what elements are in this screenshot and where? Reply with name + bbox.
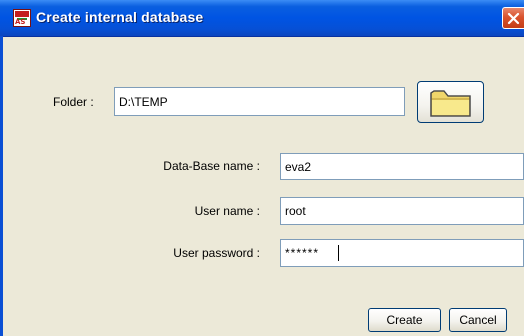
window-border xyxy=(0,36,3,336)
password-input[interactable] xyxy=(280,239,524,267)
create-button[interactable]: Create xyxy=(368,308,441,332)
app-icon: AS xyxy=(13,9,31,27)
dbname-input[interactable] xyxy=(280,153,524,180)
close-icon xyxy=(507,12,520,25)
folder-label: Folder : xyxy=(53,95,94,109)
username-input[interactable] xyxy=(280,197,524,225)
browse-folder-button[interactable] xyxy=(417,81,484,123)
title-bar[interactable]: AS Create internal database xyxy=(0,0,524,37)
folder-icon xyxy=(430,90,471,117)
text-caret xyxy=(338,245,339,261)
close-button[interactable] xyxy=(502,7,524,29)
app-icon-text: AS xyxy=(15,18,26,26)
folder-input[interactable] xyxy=(114,87,405,116)
window-title: Create internal database xyxy=(36,9,204,25)
dbname-label: Data-Base name : xyxy=(163,159,260,173)
cancel-button[interactable]: Cancel xyxy=(449,308,507,332)
username-label: User name : xyxy=(194,204,260,218)
password-label: User password : xyxy=(173,246,260,260)
